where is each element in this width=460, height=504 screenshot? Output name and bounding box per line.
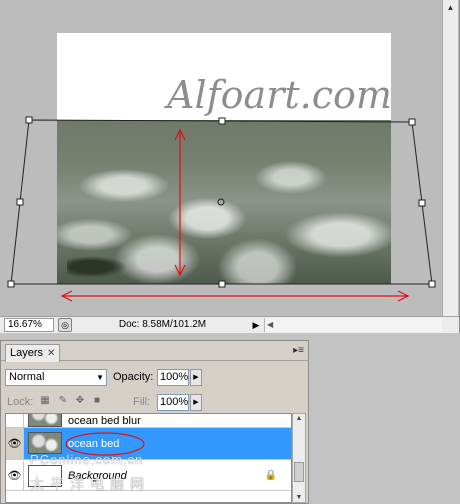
layer-thumbnail — [28, 414, 62, 427]
layer-name: ocean bed blur — [68, 415, 141, 427]
transform-handle-middle-left — [16, 198, 24, 206]
lock-transparency-icon[interactable]: ▦ — [39, 395, 51, 407]
status-menu-arrow-icon[interactable]: ▶ — [250, 318, 262, 332]
fill-slider-button[interactable]: ▶ — [190, 394, 202, 411]
scroll-up-arrow-icon[interactable]: ▲ — [293, 415, 305, 422]
close-icon[interactable]: ✕ — [47, 348, 55, 359]
scrollbar-thumb[interactable] — [294, 462, 304, 482]
site-watermark-line1: PConline.com.cn — [30, 452, 144, 467]
fill-label: Fill: — [133, 396, 151, 408]
rocks-detail — [67, 256, 127, 278]
transform-handle-bottom-left — [7, 280, 15, 288]
layers-vertical-scrollbar[interactable]: ▲ ▼ — [292, 413, 306, 503]
site-watermark-line2: 太平洋电脑网 — [30, 476, 150, 492]
layer-thumbnail — [28, 432, 62, 454]
scroll-up-arrow-icon[interactable]: ▲ — [445, 2, 456, 13]
transform-handle-top-left — [25, 116, 33, 124]
scroll-down-arrow-icon[interactable]: ▼ — [293, 494, 305, 501]
fill-field[interactable]: 100% — [157, 394, 189, 411]
canvas-watermark: Alfoart.com — [167, 73, 391, 117]
blend-mode-select[interactable]: Normal ▼ — [5, 369, 107, 386]
lock-icon: 🔒 — [264, 470, 277, 481]
scroll-left-arrow-icon[interactable]: ◀ — [267, 318, 273, 332]
lock-brush-icon[interactable]: ✎ — [57, 395, 69, 407]
document-info: Doc: 8.58M/101.2M — [118, 319, 207, 330]
visibility-toggle[interactable] — [6, 414, 24, 428]
tab-layers[interactable]: Layers ✕ — [5, 344, 61, 362]
eye-icon[interactable]: 👁 — [6, 461, 24, 491]
ocean-bed-photo — [57, 120, 391, 284]
zoom-field[interactable]: 16.67% — [4, 318, 54, 332]
opacity-slider-button[interactable]: ▶ — [190, 369, 202, 386]
layers-panel-header: Layers ✕ ▸≡ — [1, 341, 308, 362]
opacity-label: Opacity: — [113, 371, 154, 383]
lock-position-icon[interactable]: ✥ — [74, 395, 86, 407]
document-status-bar: 16.67% ◎ Doc: 8.58M/101.2M ▶ ◀ — [0, 316, 459, 333]
tab-layers-label: Layers — [10, 347, 44, 359]
opacity-field[interactable]: 100% — [157, 369, 189, 386]
blend-opacity-row: Normal ▼ Opacity: 100% ▶ — [1, 367, 308, 387]
status-preview-icon[interactable]: ◎ — [58, 318, 72, 332]
chevron-down-icon: ▼ — [96, 373, 104, 382]
document-vertical-scrollbar[interactable]: ▲ — [442, 0, 458, 316]
document-canvas[interactable]: Alfoart.com — [57, 33, 391, 284]
eye-icon[interactable]: 👁 — [6, 428, 24, 460]
document-horizontal-scrollbar[interactable]: ◀ — [264, 318, 442, 332]
transform-handle-top-right — [408, 118, 416, 126]
layer-row[interactable]: ocean bed blur — [6, 414, 291, 428]
transform-handle-bottom-right — [428, 280, 436, 288]
blend-mode-value: Normal — [9, 371, 45, 383]
lock-label: Lock: — [7, 396, 34, 408]
lock-fill-row: Lock: ▦ ✎ ✥ ■ Fill: 100% ▶ — [1, 392, 308, 412]
panel-menu-icon[interactable]: ▸≡ — [293, 345, 304, 356]
document-window: ▲ Alfoart.com 16.67% ◎ Doc: 8.58M/101.2M… — [0, 0, 460, 333]
lock-all-icon[interactable]: ■ — [91, 395, 103, 407]
transform-handle-middle-right — [418, 199, 426, 207]
